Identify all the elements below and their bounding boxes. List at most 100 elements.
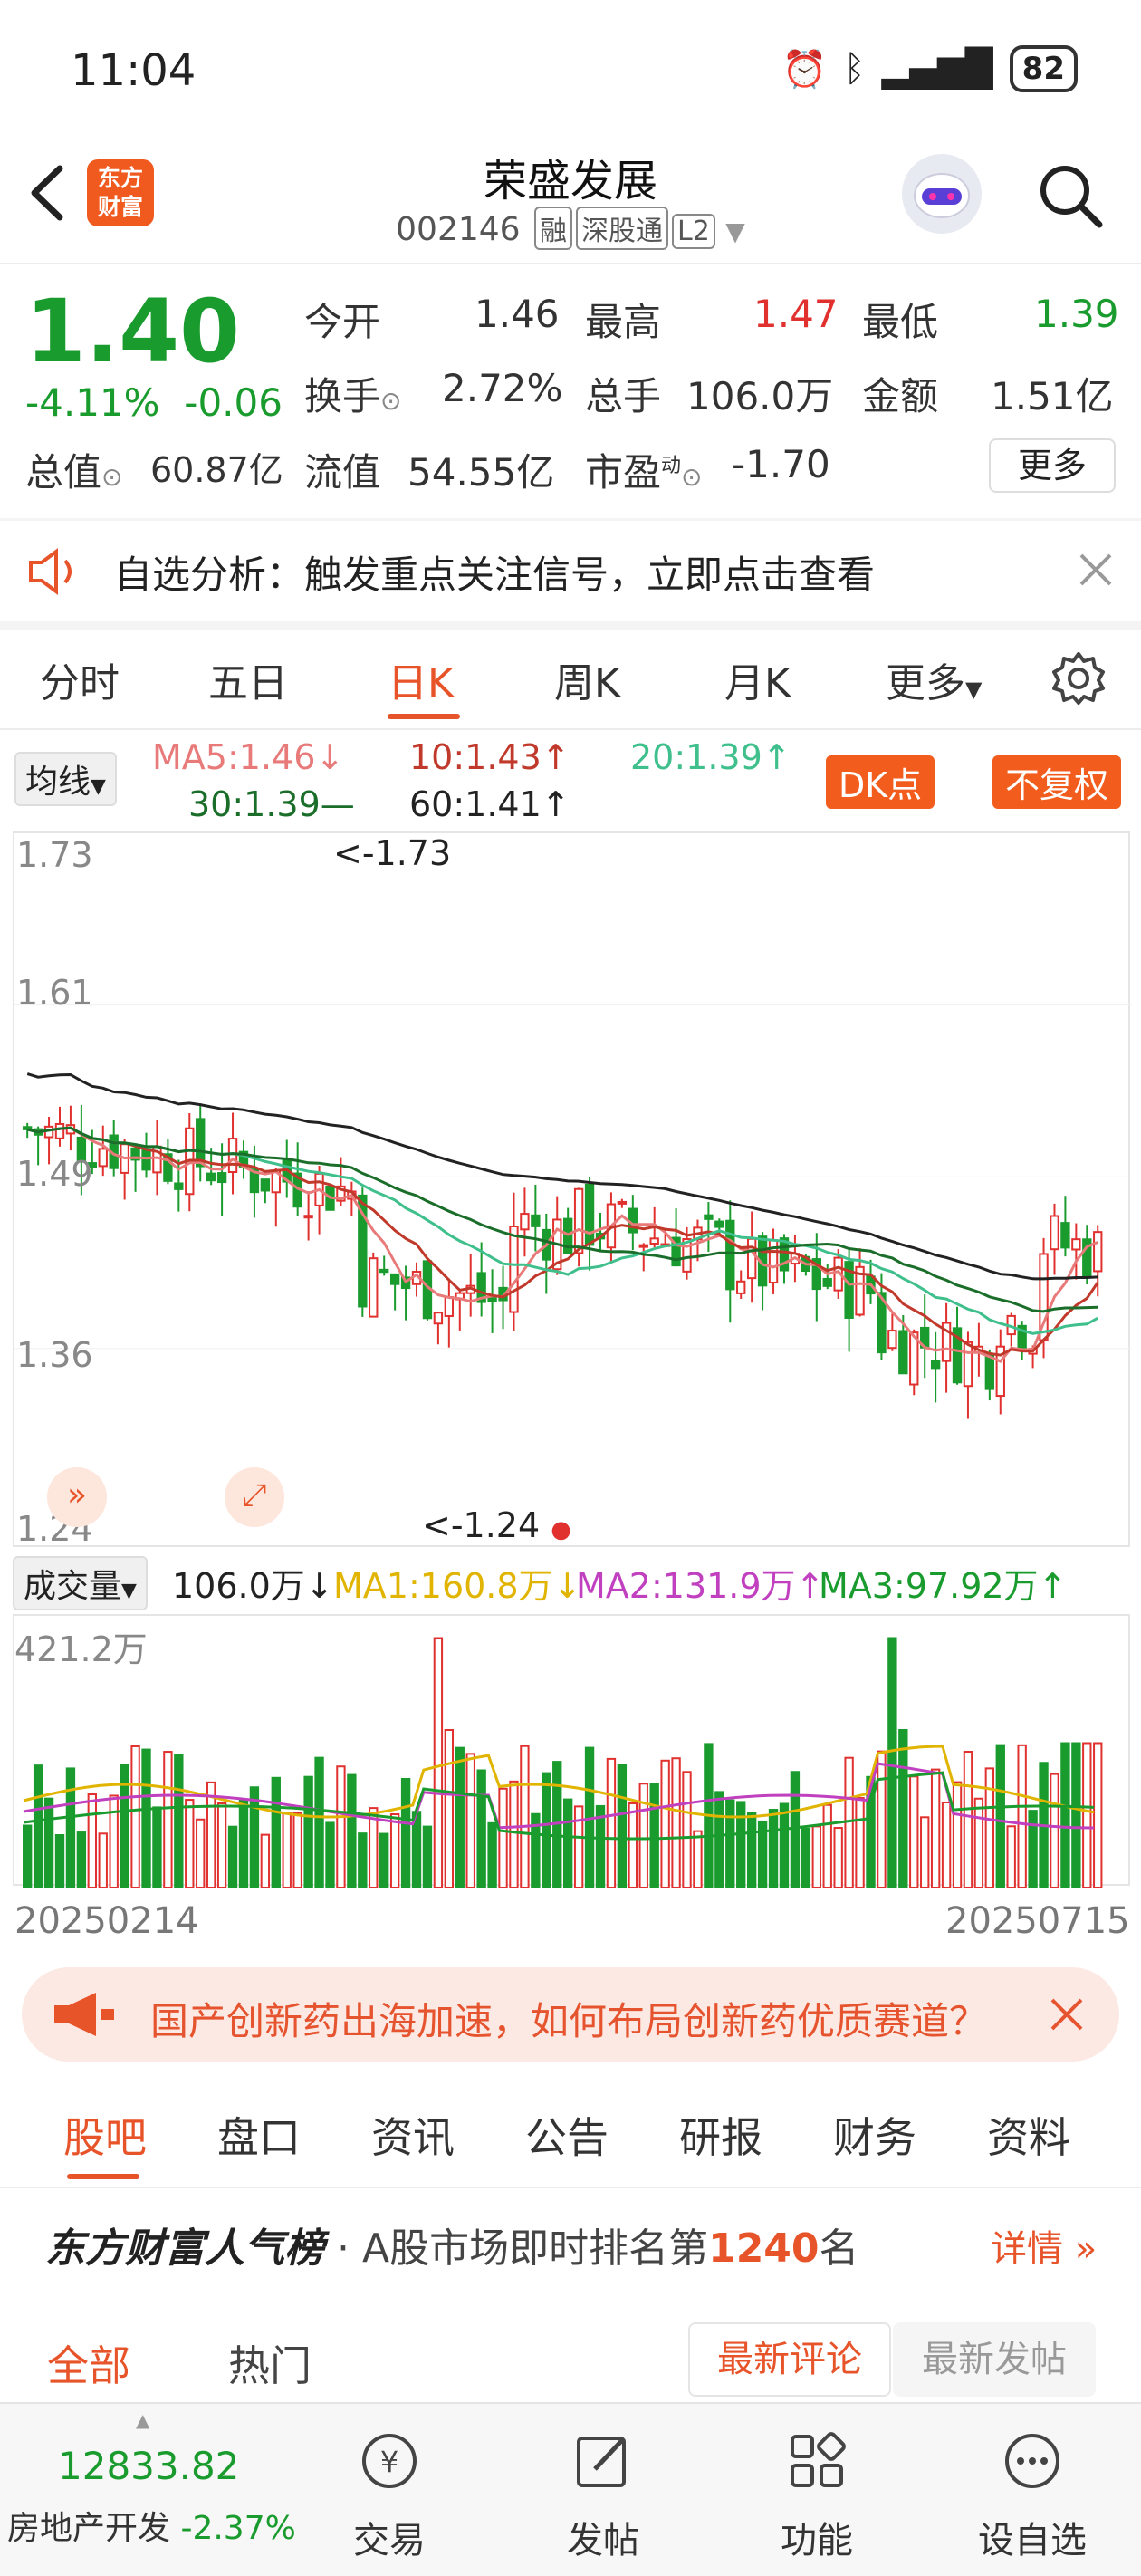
nav-trade-label: 交易	[353, 2520, 426, 2562]
popularity-rank[interactable]: 东方财富人气榜 · A股市场即时排名第1240名	[45, 2216, 859, 2273]
tab-guba[interactable]: 股吧	[63, 2105, 147, 2165]
volume-current: 106.0万↓	[172, 1566, 334, 1606]
volume-bar	[973, 1797, 984, 1889]
volume-bar	[238, 1799, 249, 1889]
change-amount: -0.06	[184, 380, 283, 425]
volume-label: 总手	[585, 374, 662, 418]
fullscreen-icon[interactable]: ⤢	[225, 1467, 284, 1527]
candle-body	[736, 1280, 746, 1294]
volume-bar	[638, 1783, 648, 1889]
volume-bar	[693, 1830, 703, 1889]
nav-add-watchlist-label: 设自选	[978, 2520, 1087, 2562]
close-icon[interactable]	[1078, 552, 1114, 588]
tab-research[interactable]: 研报	[679, 2105, 762, 2165]
speaker-icon	[29, 548, 72, 595]
candle-body	[509, 1226, 519, 1313]
index-value[interactable]: 12833.82	[58, 2444, 239, 2488]
candle-body	[930, 1360, 941, 1370]
tab-monthly-k[interactable]: 月K	[724, 650, 791, 708]
candle-body	[1050, 1215, 1060, 1251]
volume-bar	[660, 1759, 670, 1889]
ma10-value: 10:1.43↑	[409, 737, 570, 777]
float-value: 54.55亿	[408, 450, 555, 495]
close-icon[interactable]	[1049, 1996, 1085, 2033]
megaphone-icon	[54, 1993, 114, 2036]
banner-text: 国产创新药出海加速，如何布局创新药优质赛道？	[150, 1999, 988, 2043]
candle-body	[1071, 1238, 1081, 1251]
rank-suffix: 名	[819, 2225, 859, 2272]
dk-point-button[interactable]: DK点	[826, 755, 935, 809]
tab-news[interactable]: 资讯	[371, 2105, 455, 2165]
candle-body	[531, 1214, 541, 1227]
volume-bar	[141, 1748, 151, 1889]
volume-bar	[498, 1787, 508, 1889]
candle-body	[714, 1220, 724, 1228]
float-label: 流值	[304, 450, 381, 495]
analysis-notice[interactable]: 自选分析：触发重点关注信号，立即点击查看	[0, 521, 1141, 620]
indicator-selector[interactable]: 均线▼	[14, 752, 117, 806]
volume-bar	[23, 1824, 33, 1889]
pe-label: 市盈动⊙	[585, 450, 703, 495]
kline-chart[interactable]	[13, 831, 1132, 1547]
open-value: 1.46	[475, 292, 560, 336]
feed-tab-all[interactable]: 全部	[47, 2333, 130, 2393]
index-info[interactable]: 房地产开发 -2.37%	[7, 2502, 296, 2549]
rank-detail-link[interactable]: 详情 »	[991, 2219, 1097, 2272]
assistant-robot-avatar[interactable]	[902, 154, 982, 234]
candle-body	[617, 1200, 628, 1205]
volume-bar	[725, 1799, 735, 1889]
volume-max-label: 421.2万	[14, 1629, 148, 1669]
tab-weekly-k[interactable]: 周K	[554, 650, 620, 708]
gear-icon[interactable]	[1050, 650, 1107, 706]
nav-post-label: 发帖	[567, 2520, 639, 2562]
kline-svg	[14, 1004, 1132, 1419]
sort-latest-comment[interactable]: 最新评论	[688, 2322, 891, 2397]
nav-function[interactable]: 功能	[753, 2429, 880, 2563]
adjust-button[interactable]: 不复权	[992, 755, 1122, 809]
ma60-value: 60:1.41↑	[409, 784, 570, 824]
volume-bar	[433, 1637, 444, 1889]
candle-body	[649, 1237, 659, 1245]
status-bar: 11:04 ⏰ ᛒ ▂▄▆█ 82	[0, 0, 1141, 136]
candle-body	[303, 1215, 313, 1219]
candle-body	[898, 1330, 908, 1375]
ma5-value: MA5:1.46↓	[152, 737, 345, 777]
dropdown-triangle-icon[interactable]: ▼	[725, 216, 745, 246]
high-marker: <-1.73	[333, 833, 452, 873]
candle-body	[369, 1257, 379, 1318]
tab-daily-k[interactable]: 日K	[388, 650, 454, 708]
news-banner[interactable]: 国产创新药出海加速，如何布局创新药优质赛道？	[22, 1967, 1119, 2062]
price-change: -4.11% -0.06	[25, 380, 283, 425]
feed-tab-hot[interactable]: 热门	[228, 2333, 312, 2393]
nav-add-watchlist[interactable]: 设自选	[969, 2429, 1096, 2563]
nav-post[interactable]: 发帖	[540, 2429, 666, 2563]
tab-announcement[interactable]: 公告	[525, 2105, 609, 2165]
volume-bar	[520, 1745, 530, 1889]
ma-line-10	[26, 1126, 1099, 1357]
start-date: 20250214	[14, 1900, 199, 1942]
more-button[interactable]: 更多	[989, 438, 1116, 493]
search-icon[interactable]	[1034, 159, 1107, 232]
volume-bar	[314, 1756, 324, 1889]
tab-more[interactable]: 更多▼	[886, 650, 982, 708]
volume-bar	[33, 1764, 43, 1889]
tab-finance[interactable]: 财务	[833, 2105, 916, 2165]
change-percent: -4.11%	[25, 380, 160, 425]
sort-latest-post[interactable]: 最新发帖	[893, 2322, 1096, 2397]
tab-five-day[interactable]: 五日	[208, 650, 288, 708]
candle-body	[746, 1237, 757, 1280]
volume-bar	[877, 1750, 887, 1889]
turnover-label: 换手⊙	[304, 374, 402, 418]
expand-left-icon[interactable]: »	[47, 1467, 107, 1527]
tab-pankou[interactable]: 盘口	[217, 2105, 301, 2165]
volume-selector[interactable]: 成交量▼	[13, 1556, 148, 1610]
vol-ma3: MA3:97.92万↑	[819, 1566, 1068, 1606]
low-value: 1.39	[1034, 292, 1119, 336]
active-tab-indicator	[67, 2174, 139, 2179]
candle-body	[389, 1273, 400, 1285]
volume-chart[interactable]	[13, 1614, 1130, 1889]
tab-profile[interactable]: 资料	[987, 2105, 1070, 2165]
tab-intraday[interactable]: 分时	[40, 650, 120, 708]
volume-value: 106.0万	[686, 374, 834, 418]
nav-trade[interactable]: ¥ 交易	[326, 2429, 453, 2563]
